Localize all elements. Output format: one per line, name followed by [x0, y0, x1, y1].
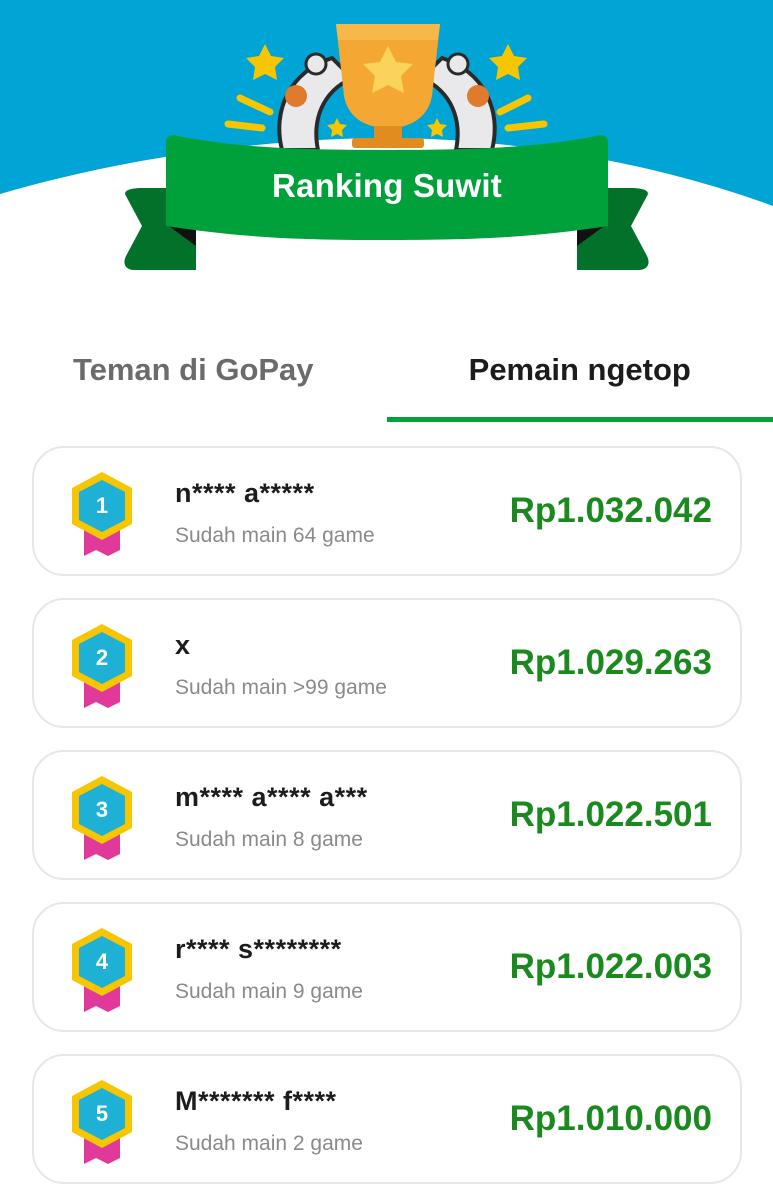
- rank-number: 2: [95, 645, 109, 670]
- player-name: x: [175, 630, 191, 660]
- prize-amount: Rp1.022.501: [509, 795, 712, 834]
- ranking-tabs: Teman di GoPay Pemain ngetop: [0, 318, 773, 422]
- games-played: Sudah main >99 game: [175, 676, 387, 699]
- player-name: r**** s********: [175, 934, 342, 964]
- rank-badge-icon: 4: [66, 926, 138, 1016]
- rank-number: 5: [95, 1101, 109, 1126]
- page-title: Ranking Suwit: [272, 167, 502, 204]
- player-name: n**** a*****: [175, 478, 315, 508]
- player-name: m**** a**** a***: [175, 782, 368, 812]
- rank-badge-icon: 5: [66, 1078, 138, 1168]
- tab-friends[interactable]: Teman di GoPay: [0, 318, 387, 422]
- rank-number: 4: [95, 949, 109, 974]
- tab-top-players[interactable]: Pemain ngetop: [386, 318, 773, 422]
- rank-badge-icon: 1: [66, 470, 138, 560]
- tab-label: Teman di GoPay: [72, 352, 314, 387]
- leaderboard-list: 1 n**** a***** Sudah main 64 game Rp1.03…: [32, 446, 742, 1200]
- tab-label: Pemain ngetop: [468, 352, 691, 387]
- active-tab-indicator: [386, 417, 773, 422]
- prize-amount: Rp1.032.042: [509, 491, 712, 530]
- list-item[interactable]: 5 M******* f**** Sudah main 2 game Rp1.0…: [32, 1054, 742, 1184]
- games-played: Sudah main 9 game: [175, 980, 363, 1003]
- games-played: Sudah main 64 game: [175, 524, 375, 547]
- header-background: [0, 0, 773, 270]
- header-illustration: Ranking Suwit: [0, 0, 773, 290]
- list-item[interactable]: 1 n**** a***** Sudah main 64 game Rp1.03…: [32, 446, 742, 576]
- list-item[interactable]: 2 x Sudah main >99 game Rp1.029.263: [32, 598, 742, 728]
- list-item[interactable]: 3 m**** a**** a*** Sudah main 8 game Rp1…: [32, 750, 742, 880]
- list-item[interactable]: 4 r**** s******** Sudah main 9 game Rp1.…: [32, 902, 742, 1032]
- prize-amount: Rp1.022.003: [509, 947, 712, 986]
- player-name: M******* f****: [175, 1086, 337, 1116]
- rank-number: 3: [95, 797, 109, 822]
- prize-amount: Rp1.010.000: [509, 1099, 712, 1138]
- rank-badge-icon: 3: [66, 774, 138, 864]
- games-played: Sudah main 8 game: [175, 828, 363, 851]
- rank-number: 1: [95, 493, 109, 518]
- rank-badge-icon: 2: [66, 622, 138, 712]
- games-played: Sudah main 2 game: [175, 1132, 363, 1155]
- prize-amount: Rp1.029.263: [509, 643, 712, 682]
